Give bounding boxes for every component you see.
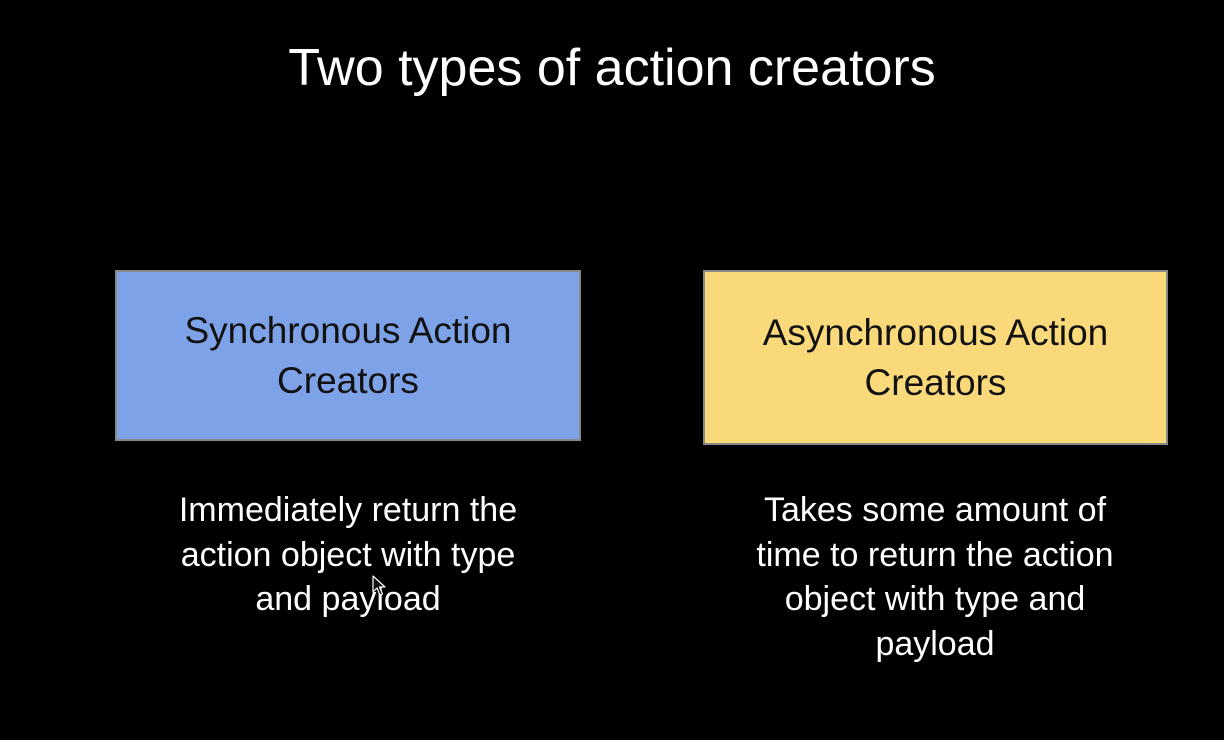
asynchronous-description: Takes some amount of time to return the … bbox=[756, 491, 1114, 663]
mouse-pointer-icon bbox=[372, 575, 386, 596]
synchronous-description: Immediately return the action object wit… bbox=[178, 491, 518, 618]
asynchronous-action-creators-box: Asynchronous Action Creators bbox=[703, 270, 1168, 445]
asynchronous-box-label: Asynchronous Action Creators bbox=[762, 311, 1109, 403]
slide: Two types of action creators Synchronous… bbox=[0, 0, 1224, 740]
synchronous-box-label: Synchronous Action Creators bbox=[184, 309, 512, 401]
slide-title: Two types of action creators bbox=[288, 39, 936, 97]
synchronous-action-creators-box: Synchronous Action Creators bbox=[115, 270, 581, 441]
